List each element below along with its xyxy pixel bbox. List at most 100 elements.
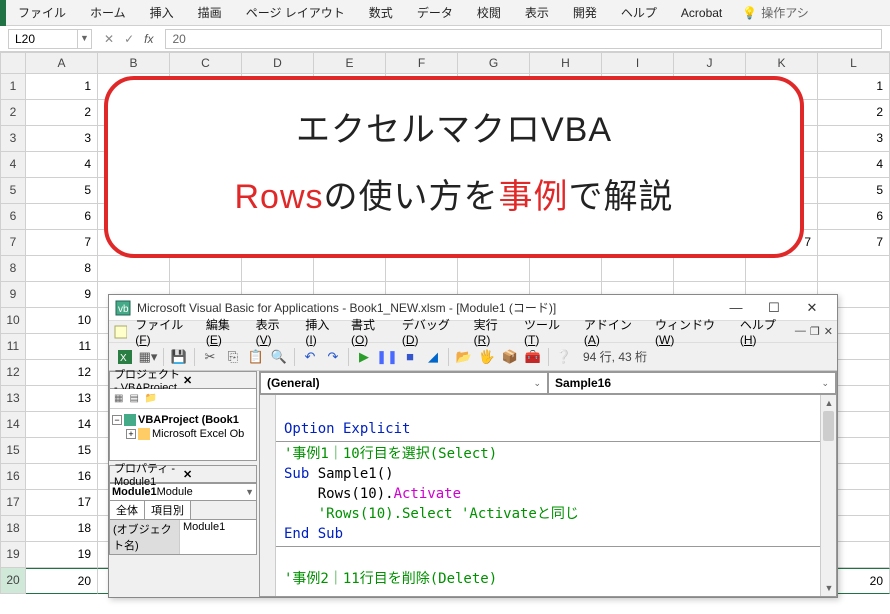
mdi-close-icon[interactable]: ✕ [824, 325, 833, 338]
undo-icon[interactable]: ↶ [300, 347, 320, 367]
row-header[interactable]: 3 [0, 126, 26, 152]
column-header-J[interactable]: J [674, 52, 746, 74]
vbe-menu-書式[interactable]: 書式(O) [345, 316, 394, 347]
paste-icon[interactable]: 📋 [246, 347, 266, 367]
row-header[interactable]: 16 [0, 464, 26, 490]
select-all-corner[interactable] [0, 52, 26, 74]
view-excel-icon[interactable]: X [115, 347, 135, 367]
properties-tab-categorized[interactable]: 項目別 [145, 501, 191, 519]
column-header-D[interactable]: D [242, 52, 314, 74]
cell[interactable]: 7 [26, 230, 98, 256]
cell[interactable]: 17 [26, 490, 98, 516]
vbe-menu-アドイン[interactable]: アドイン(A) [578, 316, 647, 347]
code-editor[interactable]: ▲ ▼ Option Explicit '事例1｜10行目を選択(Select)… [260, 394, 836, 596]
vbe-menu-ファイル[interactable]: ファイル(F) [129, 316, 198, 347]
fx-icon[interactable]: fx [144, 32, 153, 46]
object-dropdown[interactable]: (General)⌄ [260, 372, 548, 394]
cell[interactable] [170, 256, 242, 282]
scroll-up-icon[interactable]: ▲ [821, 395, 836, 411]
ribbon-tab-校閲[interactable]: 校閲 [465, 0, 513, 26]
cell[interactable]: 16 [26, 464, 98, 490]
cell[interactable]: 3 [26, 126, 98, 152]
vertical-scrollbar[interactable]: ▲ ▼ [820, 395, 836, 596]
ribbon-tab-数式[interactable]: 数式 [357, 0, 405, 26]
cell[interactable] [818, 256, 890, 282]
cell[interactable] [674, 256, 746, 282]
view-code-icon[interactable]: ▦ [114, 393, 123, 404]
row-header[interactable]: 1 [0, 74, 26, 100]
cell[interactable] [746, 256, 818, 282]
row-header[interactable]: 14 [0, 412, 26, 438]
cell[interactable]: 1 [26, 74, 98, 100]
redo-icon[interactable]: ↷ [323, 347, 343, 367]
maximize-button[interactable]: ☐ [755, 300, 793, 316]
cell[interactable]: 7 [818, 230, 890, 256]
project-explorer-icon[interactable]: 📂 [454, 347, 474, 367]
project-root-node[interactable]: − VBAProject (Book1 [112, 413, 254, 427]
row-header[interactable]: 2 [0, 100, 26, 126]
cell[interactable]: 11 [26, 334, 98, 360]
cell[interactable] [242, 256, 314, 282]
properties-grid[interactable]: (オブジェクト名) Module1 [109, 520, 257, 555]
break-icon[interactable]: ❚❚ [377, 347, 397, 367]
cell[interactable]: 6 [818, 204, 890, 230]
vbe-menu-ウィンドウ[interactable]: ウィンドウ(W) [649, 316, 732, 347]
project-tree[interactable]: − VBAProject (Book1 + Microsoft Excel Ob [110, 409, 256, 445]
column-header-I[interactable]: I [602, 52, 674, 74]
cell[interactable]: 2 [818, 100, 890, 126]
cell[interactable]: 5 [26, 178, 98, 204]
vbe-menu-表示[interactable]: 表示(V) [250, 316, 298, 347]
help-icon[interactable]: ❔ [554, 347, 574, 367]
close-button[interactable]: ✕ [793, 300, 831, 316]
vbe-menu-ヘルプ[interactable]: ヘルプ(H) [734, 316, 793, 347]
column-header-G[interactable]: G [458, 52, 530, 74]
row-header[interactable]: 15 [0, 438, 26, 464]
row-header[interactable]: 7 [0, 230, 26, 256]
scroll-thumb[interactable] [823, 411, 834, 441]
toolbox-icon[interactable]: 🧰 [523, 347, 543, 367]
insert-dropdown-icon[interactable]: ▦▾ [138, 347, 158, 367]
row-header[interactable]: 10 [0, 308, 26, 334]
cell[interactable]: 9 [26, 282, 98, 308]
column-header-E[interactable]: E [314, 52, 386, 74]
cancel-icon[interactable]: ✕ [104, 32, 114, 46]
cell[interactable] [530, 256, 602, 282]
copy-icon[interactable]: ⎘ [223, 347, 243, 367]
row-header[interactable]: 4 [0, 152, 26, 178]
scroll-down-icon[interactable]: ▼ [821, 580, 836, 596]
view-object-icon[interactable]: ▤ [129, 393, 138, 404]
cell[interactable]: 6 [26, 204, 98, 230]
design-mode-icon[interactable]: ◢ [423, 347, 443, 367]
vbe-menu-ツール[interactable]: ツール(T) [518, 316, 576, 347]
save-icon[interactable]: 💾 [169, 347, 189, 367]
column-header-F[interactable]: F [386, 52, 458, 74]
cut-icon[interactable]: ✂ [200, 347, 220, 367]
row-header[interactable]: 20 [0, 568, 26, 594]
cell[interactable] [602, 256, 674, 282]
cell[interactable] [314, 256, 386, 282]
cell[interactable]: 20 [26, 568, 98, 594]
ribbon-tab-データ[interactable]: データ [405, 0, 465, 26]
project-pane-close-icon[interactable]: ✕ [183, 374, 252, 387]
cell[interactable]: 19 [26, 542, 98, 568]
row-header[interactable]: 17 [0, 490, 26, 516]
procedure-dropdown[interactable]: Sample16⌄ [548, 372, 836, 394]
tell-me-search[interactable]: 💡操作アシ [742, 4, 808, 21]
cell[interactable]: 18 [26, 516, 98, 542]
row-header[interactable]: 11 [0, 334, 26, 360]
row-header[interactable]: 13 [0, 386, 26, 412]
cell[interactable] [98, 256, 170, 282]
object-browser-icon[interactable]: 📦 [500, 347, 520, 367]
name-box[interactable]: L20 [8, 29, 78, 49]
ribbon-tab-ページ レイアウト[interactable]: ページ レイアウト [234, 0, 357, 26]
cell[interactable]: 12 [26, 360, 98, 386]
ribbon-tab-開発[interactable]: 開発 [561, 0, 609, 26]
vbe-menu-実行[interactable]: 実行(R) [468, 316, 516, 347]
run-icon[interactable]: ▶ [354, 347, 374, 367]
column-header-K[interactable]: K [746, 52, 818, 74]
namebox-dropdown[interactable]: ▼ [78, 29, 92, 49]
row-header[interactable]: 5 [0, 178, 26, 204]
mdi-restore-icon[interactable]: — [795, 325, 806, 338]
project-child-node[interactable]: + Microsoft Excel Ob [112, 427, 254, 441]
properties-tab-all[interactable]: 全体 [110, 501, 145, 519]
